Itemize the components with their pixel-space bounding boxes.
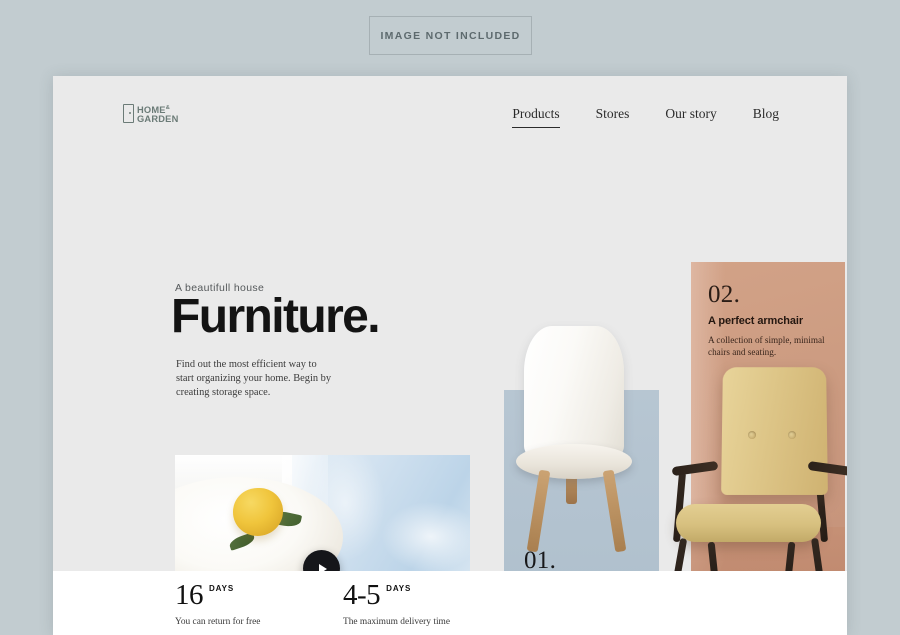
bottom-bar: 16 DAYS You can return for free 4-5 DAYS… [53, 571, 847, 635]
product-number: 01. [524, 547, 557, 574]
brand-logo[interactable]: HOME& GARDEN [123, 104, 179, 124]
website-card: HOME& GARDEN Products Stores Our story B… [53, 76, 847, 635]
stat-delivery-days: 4-5 DAYS The maximum delivery time [343, 579, 451, 628]
main-nav: Products Stores Our story Blog [512, 106, 779, 128]
armchair-seat [676, 504, 821, 542]
product-card-02[interactable]: 02. A perfect armchair A collection of s… [708, 282, 828, 359]
hero-description: Find out the most efficient way to start… [176, 359, 332, 399]
product-description: A collection of simple, minimal chairs a… [708, 335, 825, 358]
stat-value: 4-5 [343, 579, 381, 611]
brand-line-2: GARDEN [137, 113, 179, 124]
stat-value: 16 [175, 579, 204, 611]
lemon [233, 488, 283, 536]
armchair-button-left [748, 431, 756, 439]
placeholder-label: IMAGE NOT INCLUDED [380, 29, 521, 42]
nav-item-blog[interactable]: Blog [753, 106, 779, 128]
page-title: Furniture. [171, 290, 381, 343]
nav-item-stores[interactable]: Stores [596, 106, 630, 128]
ampersand: & [165, 105, 170, 111]
nav-item-our-story[interactable]: Our story [665, 106, 716, 128]
stat-unit: DAYS [209, 584, 235, 593]
door-icon [123, 104, 134, 124]
stat-return-days: 16 DAYS You can return for free [175, 579, 261, 628]
armchair-backrest [721, 367, 828, 495]
product-name: A perfect armchair [708, 315, 803, 327]
stat-unit: DAYS [386, 584, 412, 593]
stat-caption: You can return for free [175, 617, 261, 627]
site-header: HOME& GARDEN Products Stores Our story B… [53, 76, 847, 154]
brand-wordmark: HOME& GARDEN [137, 104, 179, 123]
armchair-armrest-left [671, 460, 719, 477]
nav-item-products[interactable]: Products [512, 106, 560, 128]
armchair-button-right [788, 431, 796, 439]
product-number: 02. [708, 281, 741, 308]
stat-caption: The maximum delivery time [343, 617, 451, 627]
image-not-included-banner: IMAGE NOT INCLUDED [369, 16, 532, 55]
